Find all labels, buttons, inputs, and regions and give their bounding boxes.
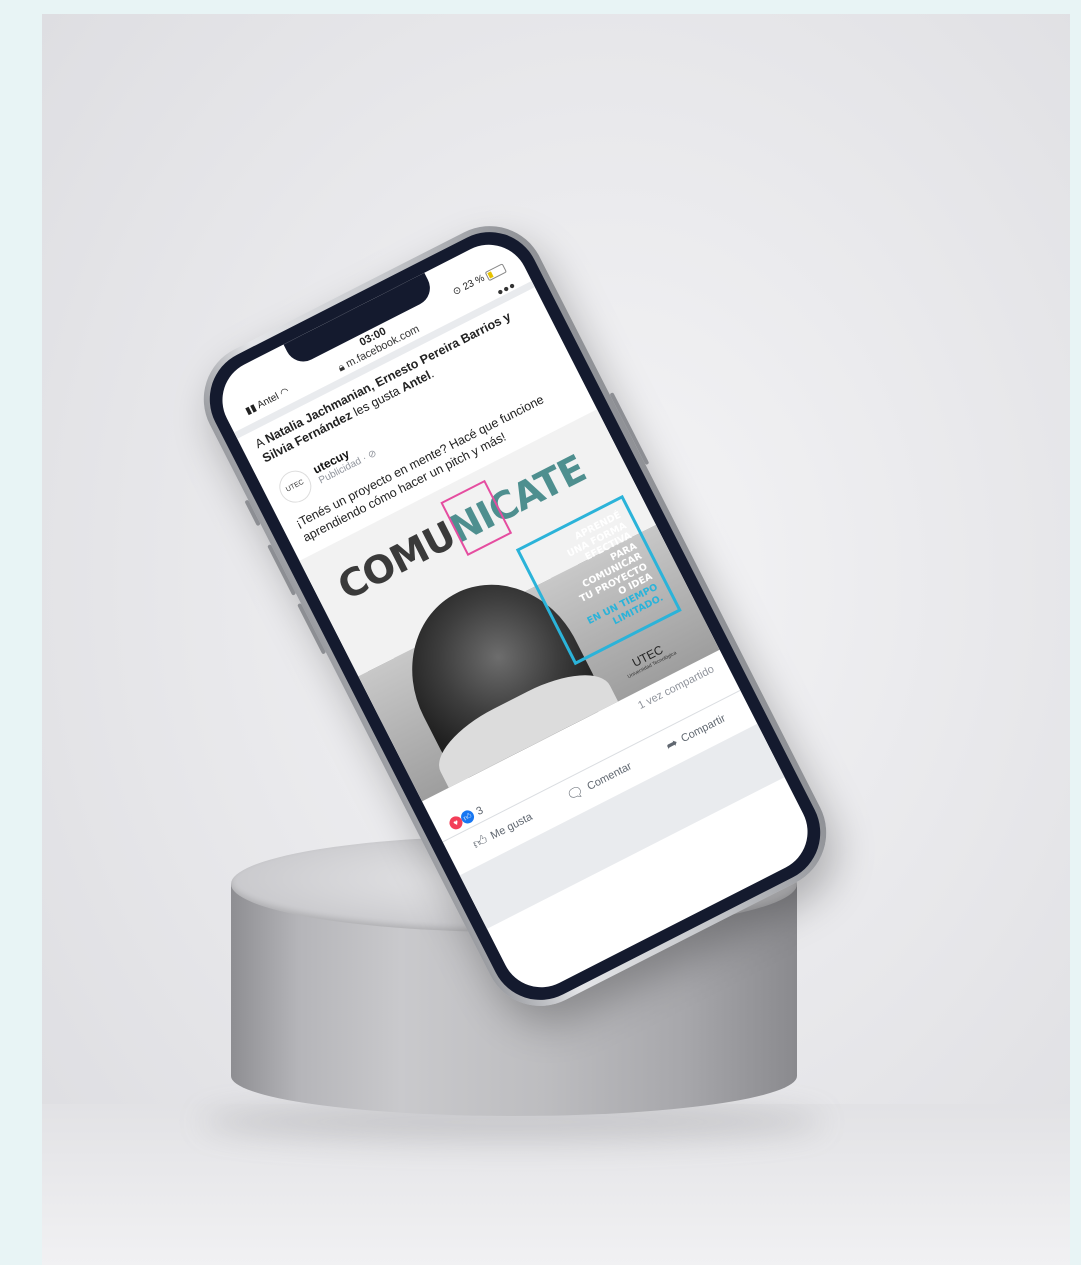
comment-icon: 🗨︎ xyxy=(563,781,587,805)
avatar[interactable]: UTEC xyxy=(273,464,317,508)
thumbs-up-icon: 👍︎ xyxy=(469,831,491,852)
utec-logo: UTEC Universidad Tecnológica xyxy=(626,642,678,681)
reaction-count: 3 xyxy=(474,804,486,818)
share-icon: ➦ xyxy=(662,733,681,754)
